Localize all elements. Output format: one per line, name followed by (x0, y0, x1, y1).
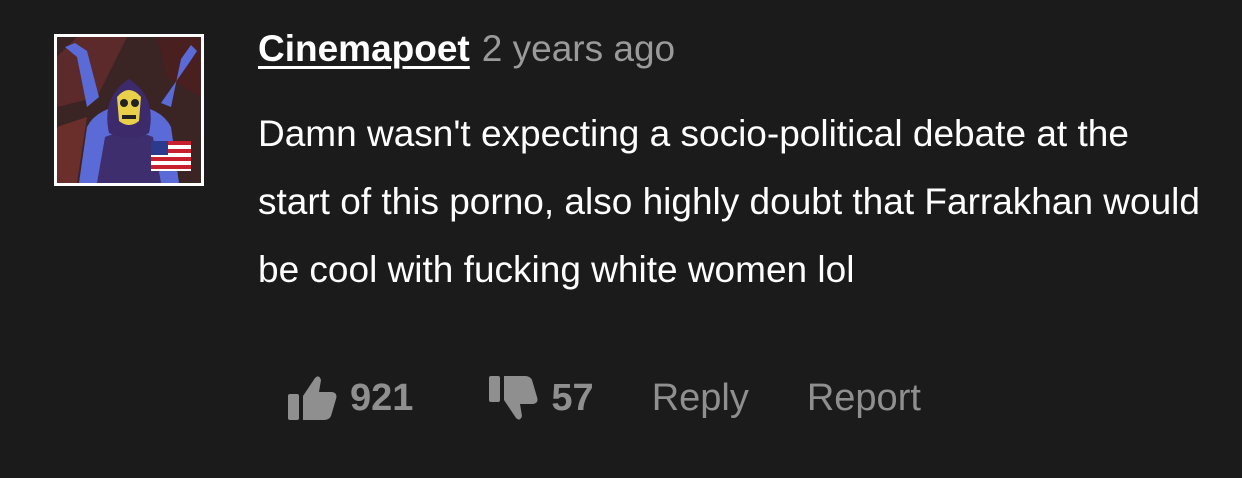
comment-header: Cinemapoet 2 years ago (258, 28, 675, 78)
downvote-count: 57 (551, 376, 594, 419)
comment-actions: 921 57 Reply Report (286, 370, 921, 426)
thumbs-down-icon (489, 376, 538, 420)
username-link[interactable]: Cinemapoet (258, 28, 470, 70)
thumbs-up-icon (288, 376, 337, 420)
report-button[interactable]: Report (807, 377, 921, 420)
us-flag-icon (151, 141, 191, 171)
comment-body: Damn wasn't expecting a socio-political … (258, 113, 1200, 290)
downvote-button[interactable]: 57 (487, 374, 594, 422)
skeletor-avatar-image (57, 37, 201, 183)
reply-button[interactable]: Reply (652, 377, 749, 420)
comment: Cinemapoet 2 years ago Damn wasn't expec… (0, 0, 1242, 478)
avatar[interactable] (54, 34, 204, 186)
upvote-count: 921 (350, 376, 414, 419)
upvote-button[interactable]: 921 (286, 374, 413, 422)
timestamp: 2 years ago (481, 28, 676, 69)
